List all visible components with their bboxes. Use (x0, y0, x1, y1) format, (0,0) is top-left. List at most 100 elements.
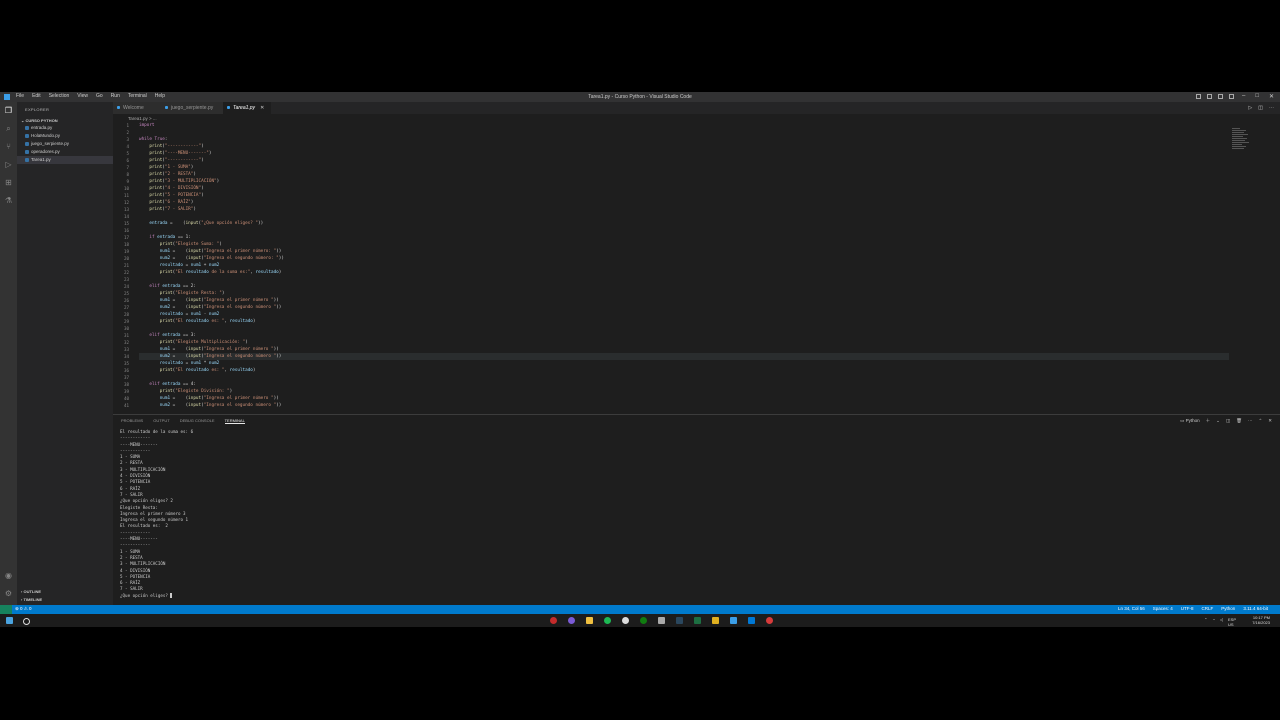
breadcrumb[interactable]: Tarea1.py > ... (128, 116, 157, 121)
app-icon[interactable] (712, 617, 719, 624)
more-actions-icon[interactable]: ⋯ (1269, 105, 1274, 111)
steam-icon[interactable] (676, 617, 683, 624)
app-icon[interactable] (766, 617, 773, 624)
remote-indicator-icon[interactable] (0, 605, 12, 614)
close-window-icon[interactable]: ✕ (1269, 93, 1274, 100)
windows-start-icon[interactable] (6, 617, 13, 624)
tab-output[interactable]: OUTPUT (153, 418, 169, 424)
app-icon[interactable] (730, 617, 737, 624)
split-editor-icon[interactable]: ◫ (1258, 105, 1263, 111)
extensions-icon[interactable]: ⊞ (4, 178, 13, 187)
chevron-up-icon[interactable]: ⌃ (1204, 617, 1207, 627)
line-number: 23 (123, 277, 129, 282)
system-tray-icons: ⌃ ◔ ◁ ESP US (1204, 617, 1236, 627)
code-editor[interactable]: 1 2 3 4 5 6 7 8 9 10 11 12 13 14 15 16 17 18 19 20 21 22 23 24 2… (113, 122, 1280, 414)
minimize-icon[interactable]: – (1242, 93, 1245, 100)
line-number: 11 (123, 193, 129, 198)
language-indicator[interactable]: ESP US (1228, 617, 1236, 627)
volume-icon[interactable]: ◁ (1220, 617, 1223, 627)
toggle-sidebar-icon[interactable] (1196, 94, 1201, 99)
source-control-icon[interactable]: ⑂ (4, 142, 13, 151)
outline-section[interactable]: › OUTLINE (21, 589, 41, 594)
terminal-line: ¿Que opción eliges? (120, 592, 173, 599)
code-line: entrada = (input("¿Que opción eliges? ")… (149, 221, 264, 226)
tab-terminal[interactable]: TERMINAL (224, 418, 245, 424)
code-line: print("El resultado de la suma es:", res… (159, 270, 282, 275)
file-juego-serpiente[interactable]: juego_serpiente.py (17, 140, 113, 148)
search-icon[interactable]: ⌕ (4, 124, 13, 133)
run-debug-icon[interactable]: ▷ (4, 160, 13, 169)
line-number: 29 (123, 319, 129, 324)
python-interpreter[interactable]: 3.11.4 64-bit (1243, 606, 1268, 611)
clock[interactable]: 10:17 PM 7/16/2023 (1252, 615, 1270, 625)
code-line: print("Elegiste Multiplicación: ") (159, 340, 248, 345)
close-panel-icon[interactable]: ✕ (1268, 418, 1272, 424)
terminal-output[interactable]: El resultado de la suma es: 6 -----------… (120, 429, 1270, 599)
xbox-icon[interactable] (640, 617, 647, 624)
code-line: resultado = num1 + num2 (159, 263, 220, 268)
workspace-folder[interactable]: ⌄ CURSO PYTHON (21, 118, 58, 123)
opera-icon[interactable] (550, 617, 557, 624)
code-line: print("------------") (149, 144, 204, 149)
panel-tabs: PROBLEMS OUTPUT DEBUG CONSOLE TERMINAL (121, 418, 245, 424)
line-number: 18 (123, 242, 129, 247)
minimap[interactable] (1232, 127, 1250, 172)
language-mode[interactable]: Python (1221, 606, 1235, 611)
customize-layout-icon[interactable] (1229, 94, 1234, 99)
activity-bar: ❐ ⌕ ⑂ ▷ ⊞ ⚗ ◉ ⚙ (0, 102, 17, 605)
file-explorer-icon[interactable] (586, 617, 593, 624)
line-ending[interactable]: CRLF (1202, 606, 1214, 611)
tab-juego-serpiente[interactable]: juego_serpiente.py (161, 102, 223, 114)
explorer-title: EXPLORER (25, 107, 50, 112)
app-icon[interactable] (568, 617, 575, 624)
new-terminal-icon[interactable]: ＋ (1206, 418, 1211, 424)
file-holamundo[interactable]: HolaMundo.py (17, 132, 113, 140)
code-line: elif entrada == 4: (149, 382, 196, 387)
toggle-panel-icon[interactable] (1207, 94, 1212, 99)
run-python-icon[interactable]: ▷ (1248, 105, 1252, 111)
tab-welcome[interactable]: Welcome (113, 102, 161, 114)
maximize-panel-icon[interactable]: ⌃ (1258, 418, 1262, 424)
file-operadores[interactable]: operadores.py (17, 148, 113, 156)
indentation[interactable]: Spaces: 4 (1153, 606, 1173, 611)
problems-count[interactable]: ⊗ 0 ⚠ 0 (15, 606, 32, 612)
close-tab-icon[interactable]: ✕ (260, 105, 264, 111)
account-icon[interactable]: ◉ (4, 571, 13, 580)
explorer-icon[interactable]: ❐ (4, 106, 13, 115)
status-right: Ln 34, Col 56 Spaces: 4 UTF-8 CRLF Pytho… (1118, 606, 1268, 611)
kill-terminal-icon[interactable]: 🗑 (1236, 418, 1242, 424)
split-terminal-icon[interactable]: ◫ (1226, 418, 1230, 424)
chevron-down-icon[interactable]: ⌄ (1216, 418, 1220, 424)
timeline-section[interactable]: › TIMELINE (21, 597, 42, 602)
code-line: elif entrada == 2: (149, 284, 196, 289)
tab-problems[interactable]: PROBLEMS (121, 418, 143, 424)
line-number: 41 (123, 403, 129, 408)
line-number: 22 (123, 270, 129, 275)
more-icon[interactable]: ⋯ (1248, 418, 1253, 424)
tab-tarea1[interactable]: Tarea1.py ✕ (223, 102, 271, 114)
cursor-position[interactable]: Ln 34, Col 56 (1118, 606, 1145, 611)
file-tarea1[interactable]: Tarea1.py (17, 156, 113, 164)
encoding[interactable]: UTF-8 (1181, 606, 1194, 611)
code-line: resultado = num1 - num2 (159, 312, 220, 317)
app-icon[interactable] (622, 617, 629, 624)
search-icon[interactable] (23, 618, 30, 625)
editor-actions: ▷ ◫ ⋯ (1248, 105, 1274, 111)
spotify-icon[interactable] (604, 617, 611, 624)
testing-icon[interactable]: ⚗ (4, 196, 13, 205)
line-number: 26 (123, 298, 129, 303)
network-icon[interactable]: ◔ (1212, 617, 1214, 627)
window-title: Tarea1.py - Curso Python - Visual Studio… (588, 94, 692, 100)
file-entrada[interactable]: entrada.py (17, 124, 113, 132)
panel-actions: ▭ Python ＋ ⌄ ◫ 🗑 ⋯ ⌃ ✕ (1180, 418, 1272, 424)
tab-debug-console[interactable]: DEBUG CONSOLE (180, 418, 215, 424)
toggle-secondary-sidebar-icon[interactable] (1218, 94, 1223, 99)
maximize-icon[interactable]: □ (1255, 93, 1259, 100)
settings-gear-icon[interactable]: ⚙ (4, 589, 13, 598)
excel-icon[interactable] (694, 617, 701, 624)
app-icon[interactable] (658, 617, 665, 624)
vscode-taskbar-icon[interactable] (748, 617, 755, 624)
line-number: 35 (123, 361, 129, 366)
terminal-shell-label[interactable]: ▭ Python (1180, 418, 1200, 424)
line-number: 3 (126, 137, 129, 142)
